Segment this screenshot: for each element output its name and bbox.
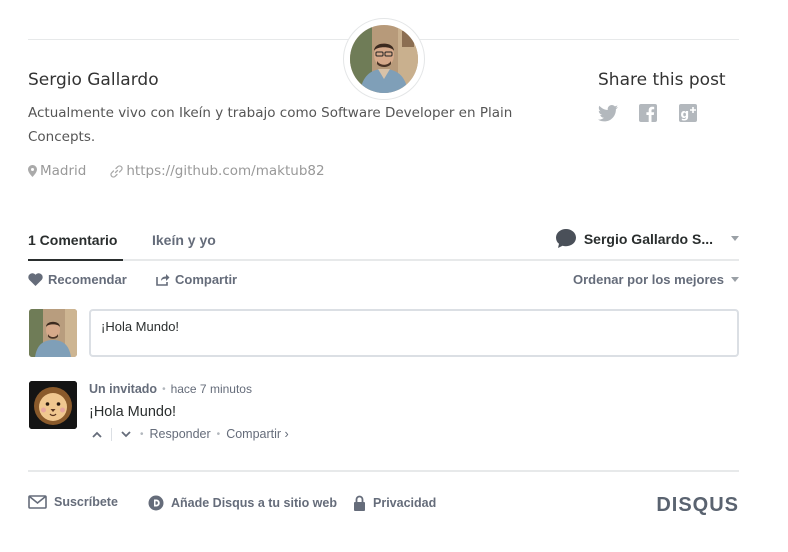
separator-dot: •: [140, 428, 144, 440]
share-thread-label: Compartir: [175, 272, 238, 287]
sort-dropdown[interactable]: Ordenar por los mejores: [573, 272, 739, 287]
share-thread-button[interactable]: Compartir: [156, 272, 237, 287]
heart-icon: [28, 273, 43, 286]
user-menu-label: Sergio Gallardo S...: [583, 230, 713, 247]
subscribe-label: Suscríbete: [54, 495, 118, 509]
facebook-icon[interactable]: [638, 103, 658, 123]
privacy-link[interactable]: Privacidad: [353, 495, 436, 511]
comment-body: ¡Hola Mundo!: [89, 404, 177, 420]
upvote-button[interactable]: [89, 431, 105, 438]
lock-icon: [354, 495, 365, 511]
recommend-button[interactable]: Recomendar: [28, 272, 127, 287]
chevron-down-icon: [731, 277, 739, 282]
bottom-divider: [28, 470, 739, 472]
comment-header: Un invitado • hace 7 minutos: [89, 382, 252, 396]
comment-author[interactable]: Un invitado: [89, 382, 157, 396]
separator-dot: •: [162, 383, 166, 395]
link-icon: [110, 164, 123, 178]
chevron-up-icon: [92, 431, 102, 438]
author-avatar-photo: [350, 25, 418, 93]
comments-tabs: 1 Comentario Ikeín y yo Sergio Gallardo …: [28, 228, 739, 261]
disqus-logo[interactable]: DISQUS: [656, 494, 739, 517]
downvote-button[interactable]: [118, 430, 134, 438]
tab-comments[interactable]: 1 Comentario: [28, 228, 123, 261]
add-disqus-label: Añade Disqus a tu sitio web: [171, 496, 337, 510]
tab-community[interactable]: Ikeín y yo: [152, 228, 216, 261]
author-website-text[interactable]: https://github.com/maktub82: [126, 163, 324, 179]
comment-timestamp[interactable]: hace 7 minutos: [171, 382, 252, 396]
envelope-icon: [28, 495, 47, 509]
share-icon: [156, 274, 170, 286]
twitter-icon[interactable]: [598, 103, 618, 123]
author-name: Sergio Gallardo: [28, 70, 159, 90]
lion-avatar-icon: [29, 381, 77, 429]
location-pin-icon: [28, 165, 37, 177]
subscribe-link[interactable]: Suscríbete: [28, 495, 118, 509]
author-avatar: [343, 18, 425, 100]
chevron-down-icon: [731, 236, 739, 241]
vote-divider: [111, 427, 112, 441]
author-website-link[interactable]: https://github.com/maktub82: [110, 163, 325, 179]
recommend-label: Recomendar: [48, 272, 127, 287]
comment-share-button[interactable]: Compartir ›: [226, 427, 289, 441]
reply-button[interactable]: Responder: [150, 427, 211, 441]
sort-label: Ordenar por los mejores: [573, 272, 724, 287]
comment-footer: • Responder • Compartir ›: [89, 427, 289, 441]
share-buttons: g: [598, 103, 698, 123]
disqus-footer: Suscríbete Añade Disqus a tu sitio web P…: [28, 494, 739, 517]
separator-dot: •: [216, 428, 221, 440]
disqus-d-icon: [148, 495, 164, 511]
chevron-down-icon: [121, 430, 131, 437]
user-menu-button[interactable]: Sergio Gallardo S...: [555, 229, 739, 248]
author-location: Madrid: [28, 163, 86, 179]
comment-input[interactable]: ¡Hola Mundo!: [89, 309, 739, 357]
google-plus-icon[interactable]: g: [678, 103, 698, 123]
share-title: Share this post: [598, 70, 726, 90]
author-meta: Madrid https://github.com/maktub82: [28, 163, 349, 179]
privacy-label: Privacidad: [373, 496, 437, 510]
current-user-avatar: [29, 309, 77, 357]
author-location-text: Madrid: [40, 163, 87, 179]
comments-actions: Recomendar Compartir Ordenar por los mej…: [28, 272, 739, 292]
author-bio: Actualmente vivo con Ikeín y trabajo com…: [28, 105, 513, 145]
comment-author-avatar[interactable]: [29, 381, 77, 429]
chat-bubble-icon: [555, 229, 576, 248]
add-disqus-link[interactable]: Añade Disqus a tu sitio web: [148, 495, 337, 511]
svg-text:g: g: [681, 107, 690, 121]
